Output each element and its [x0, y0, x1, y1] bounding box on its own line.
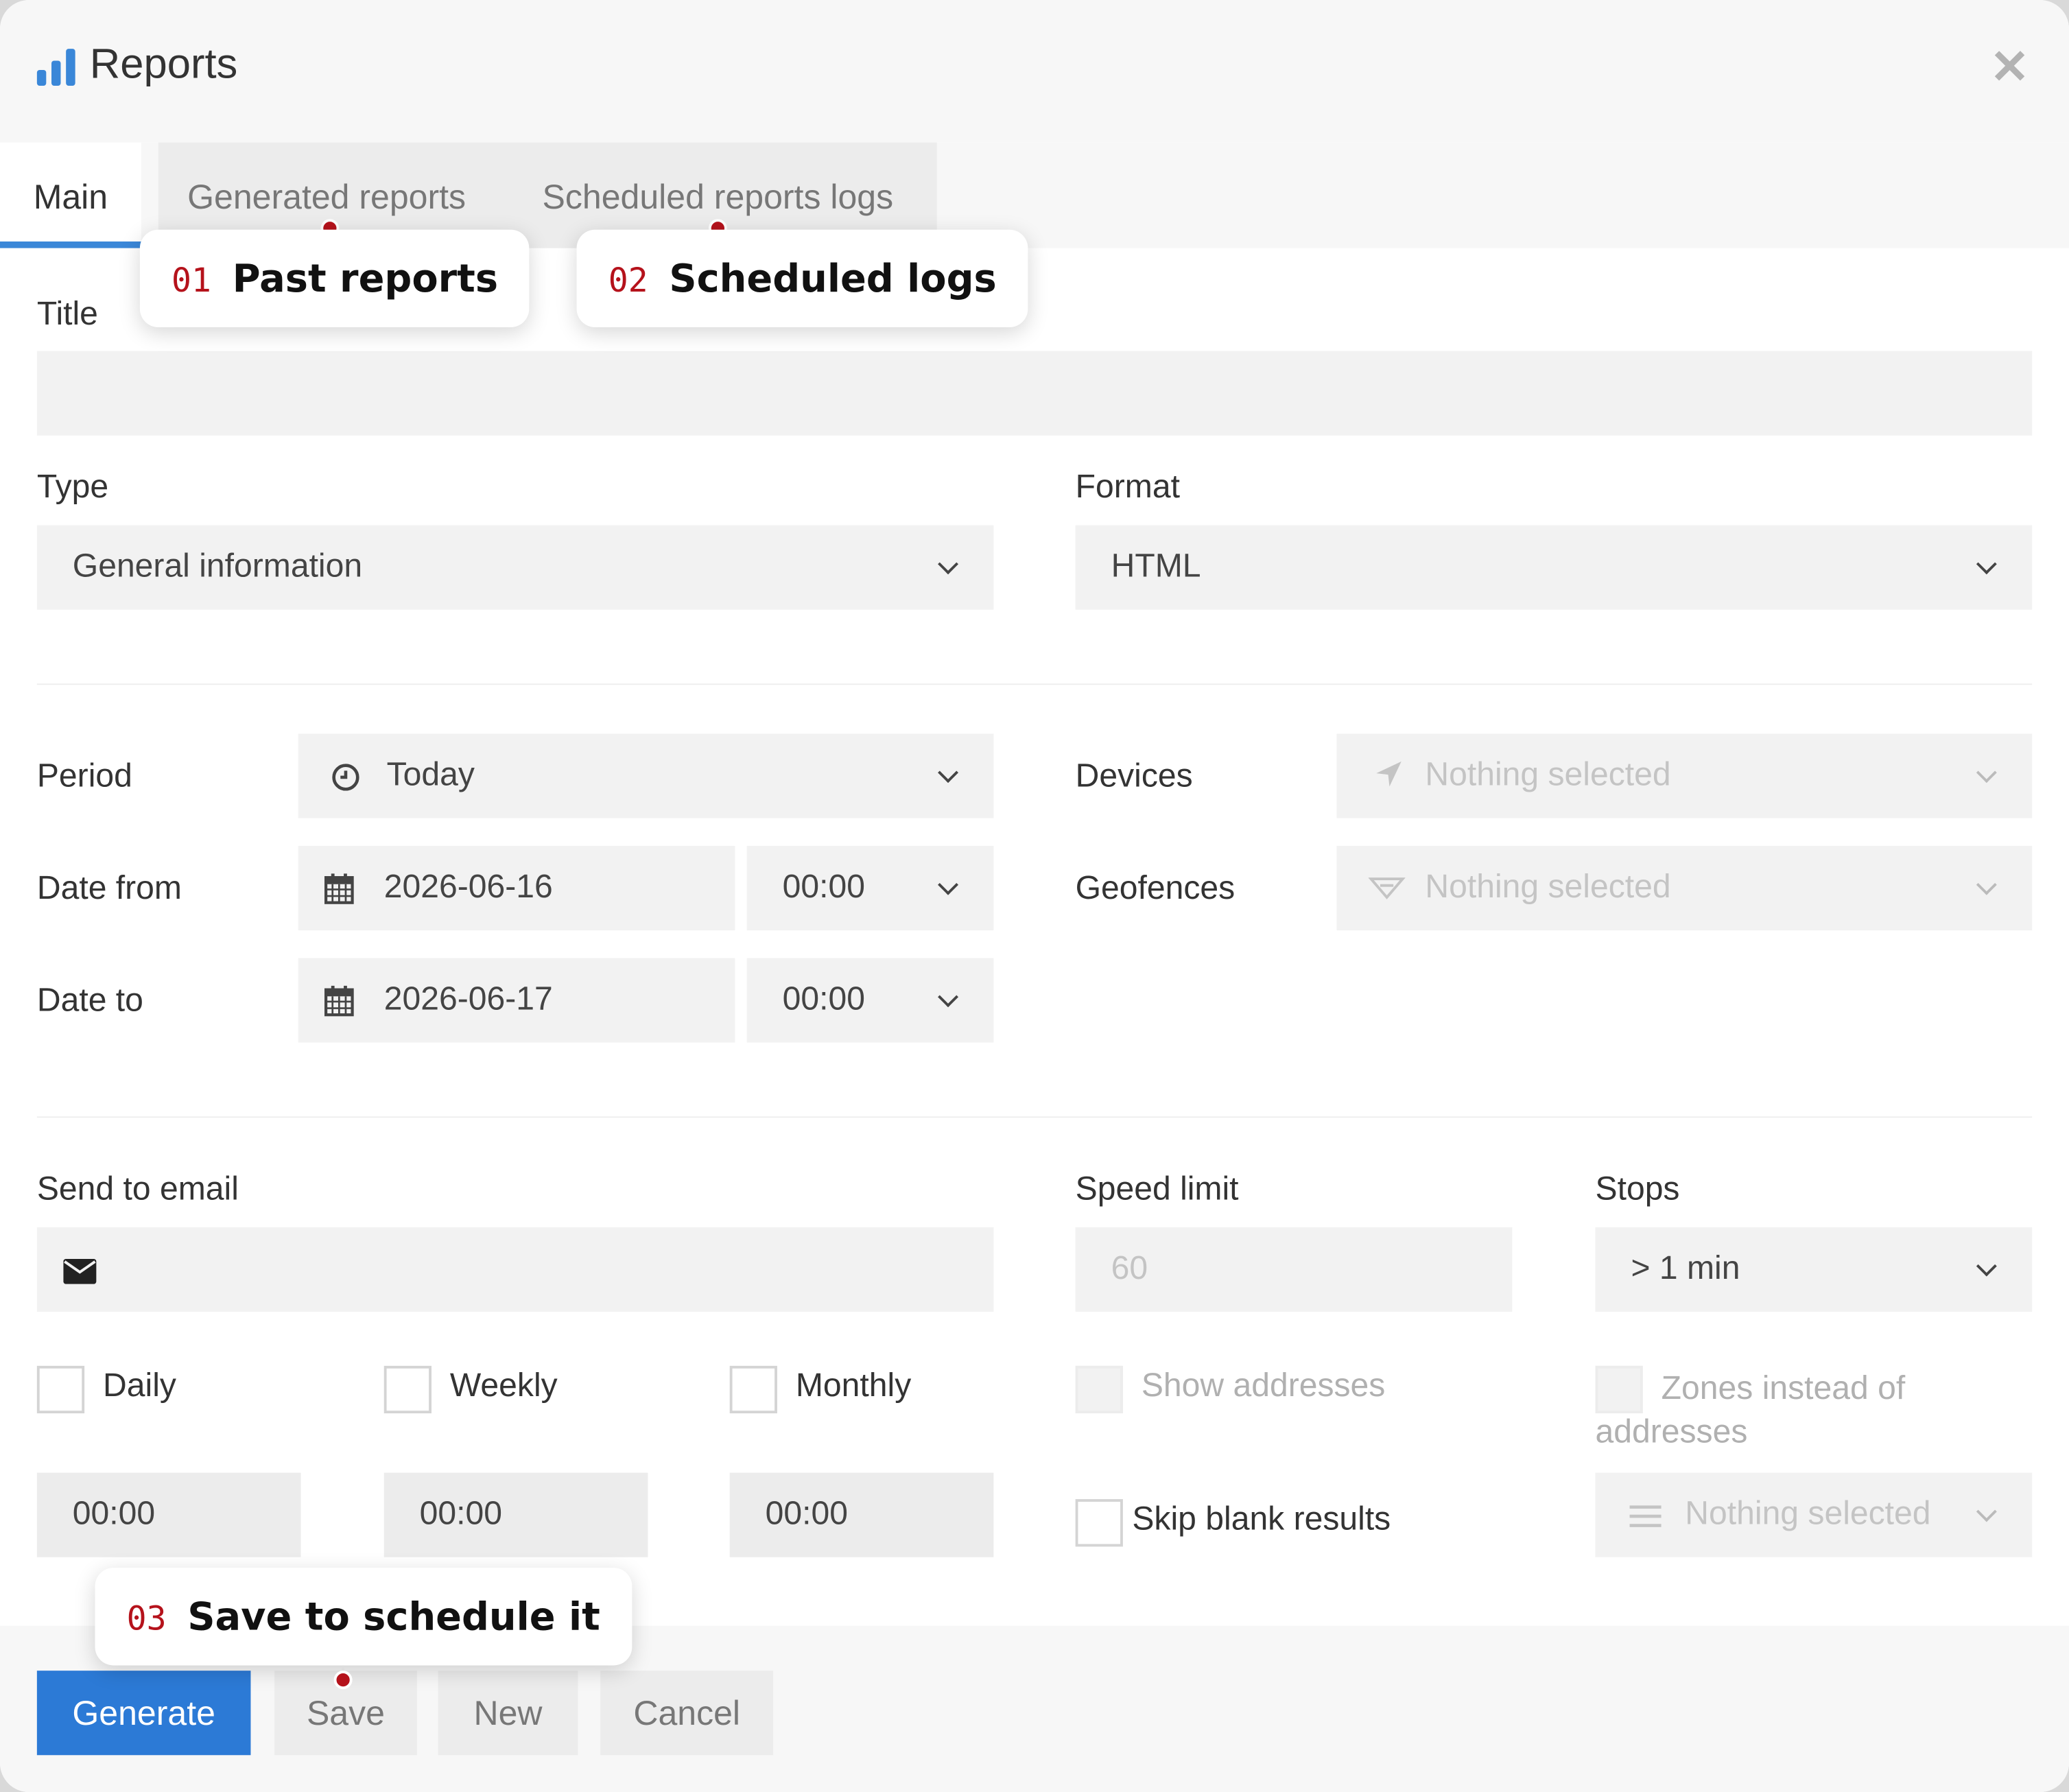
callout-pointer: [333, 1671, 353, 1690]
daily-time-input[interactable]: 00:00: [36, 1472, 301, 1557]
chevron-down-icon: [1976, 1501, 1997, 1522]
callout-save-to-schedule: 03 Save to schedule it: [95, 1568, 632, 1666]
date-to-input[interactable]: 2026-06-17: [298, 958, 735, 1043]
geofences-select[interactable]: Nothing selected: [1336, 845, 2033, 931]
chevron-down-icon: [938, 554, 958, 575]
zones-select[interactable]: Nothing selected: [1595, 1472, 2033, 1557]
geofence-icon: [1368, 877, 1406, 899]
dialog-title: Reports: [89, 39, 238, 87]
chevron-down-icon: [938, 762, 958, 783]
divider: [36, 683, 2033, 685]
devices-label: Devices: [1075, 757, 1193, 794]
chevron-down-icon: [1976, 762, 1997, 783]
date-from-label: Date from: [36, 869, 182, 907]
daily-label: Daily: [103, 1367, 176, 1404]
clock-icon: [332, 764, 359, 791]
location-arrow-icon: [1376, 761, 1402, 787]
weekly-time-input[interactable]: 00:00: [383, 1472, 648, 1557]
date-to-time-select[interactable]: 00:00: [746, 958, 994, 1043]
send-email-label: Send to email: [36, 1170, 239, 1208]
chevron-down-icon: [938, 874, 958, 895]
callout-scheduled-logs: 02 Scheduled logs: [576, 229, 1028, 328]
close-icon[interactable]: ✕: [1990, 40, 2030, 95]
calendar-icon: [324, 985, 354, 1017]
date-from-input[interactable]: 2026-06-16: [298, 845, 735, 931]
geofences-label: Geofences: [1075, 869, 1236, 907]
type-label: Type: [36, 468, 109, 506]
bar-chart-icon: [36, 49, 80, 86]
title-input[interactable]: [36, 351, 2033, 436]
weekly-label: Weekly: [449, 1367, 558, 1404]
list-icon: [1629, 1505, 1662, 1527]
show-addresses-checkbox[interactable]: [1075, 1365, 1123, 1414]
callout-past-reports: 01 Past reports: [139, 229, 530, 328]
chevron-down-icon: [1976, 554, 1997, 575]
daily-checkbox[interactable]: [36, 1365, 85, 1414]
calendar-icon: [324, 873, 354, 904]
page: Reports ✕ Main Generated reports Schedul…: [0, 0, 2069, 1792]
stops-label: Stops: [1595, 1170, 1680, 1208]
weekly-checkbox[interactable]: [383, 1365, 431, 1414]
stops-select[interactable]: > 1 min: [1595, 1227, 2033, 1312]
divider: [36, 1116, 2033, 1118]
envelope-icon: [63, 1259, 97, 1284]
period-label: Period: [36, 757, 132, 794]
chevron-down-icon: [1976, 874, 1997, 895]
skip-blank-checkbox[interactable]: [1075, 1499, 1123, 1547]
chevron-down-icon: [1976, 1255, 1997, 1277]
date-to-label: Date to: [36, 982, 143, 1019]
devices-select[interactable]: Nothing selected: [1336, 733, 2033, 818]
chevron-down-icon: [938, 987, 958, 1008]
skip-blank-label: Skip blank results: [1132, 1500, 1391, 1537]
title-label: Title: [36, 295, 98, 333]
period-select[interactable]: Today: [298, 733, 994, 818]
monthly-checkbox[interactable]: [729, 1365, 777, 1414]
format-label: Format: [1075, 468, 1180, 506]
type-select[interactable]: General information: [36, 525, 994, 610]
date-from-time-select[interactable]: 00:00: [746, 845, 994, 931]
monthly-label: Monthly: [795, 1367, 912, 1404]
show-addresses-label: Show addresses: [1141, 1367, 1386, 1404]
new-button[interactable]: New: [438, 1671, 578, 1756]
cancel-button[interactable]: Cancel: [600, 1671, 774, 1756]
zones-label: Zones instead of addresses: [1595, 1369, 1906, 1450]
monthly-time-input[interactable]: 00:00: [729, 1472, 994, 1557]
reports-dialog: Reports ✕ Main Generated reports Schedul…: [0, 0, 2069, 1792]
email-input[interactable]: [36, 1227, 994, 1312]
format-select[interactable]: HTML: [1075, 525, 2033, 610]
speed-limit-label: Speed limit: [1075, 1170, 1239, 1208]
dialog-header: Reports ✕: [0, 0, 2069, 143]
tab-main[interactable]: Main: [0, 142, 141, 248]
generate-button[interactable]: Generate: [36, 1671, 251, 1756]
speed-limit-input[interactable]: 60: [1075, 1227, 1513, 1312]
